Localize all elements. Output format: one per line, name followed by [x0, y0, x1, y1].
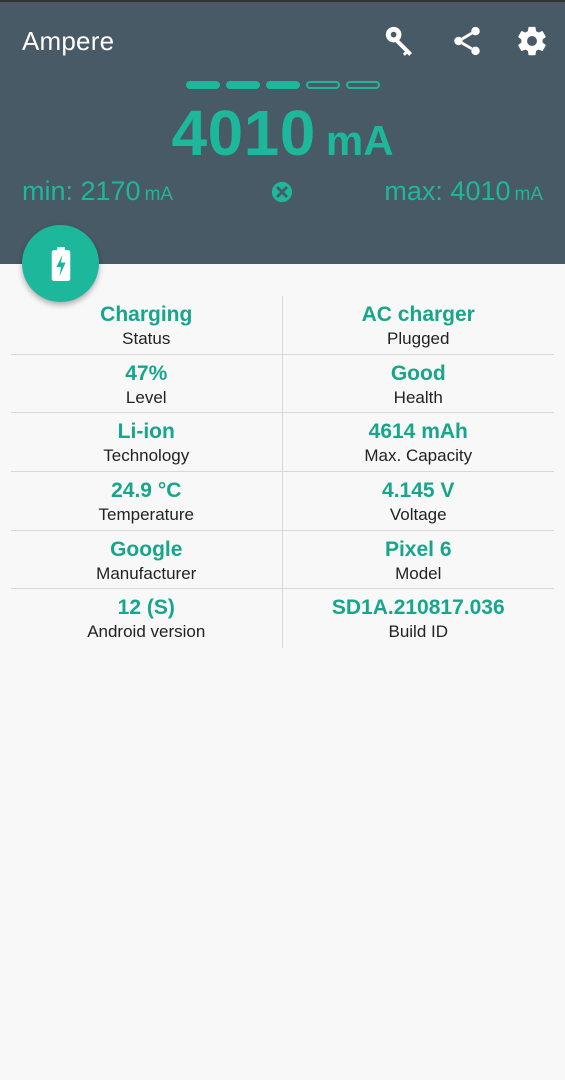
- info-label: Status: [122, 329, 171, 348]
- level-dash: [346, 81, 380, 89]
- max-reading: max: 4010 mA: [384, 176, 543, 207]
- info-label: Temperature: [98, 505, 194, 525]
- info-cell-health: Good Health: [283, 355, 555, 413]
- min-unit: mA: [144, 184, 174, 205]
- app-header: Ampere 4010 mA min: 2170 mA max: 4010 mA: [0, 0, 565, 264]
- status-bar-edge: [0, 0, 565, 2]
- reset-icon[interactable]: [271, 181, 293, 203]
- battery-fab-button[interactable]: [22, 225, 99, 302]
- info-cell-android-version: 12 (S) Android version: [11, 589, 283, 649]
- info-value: 47%: [125, 361, 168, 385]
- info-value: AC charger: [361, 303, 475, 326]
- info-row: 24.9 °C Temperature 4.145 V Voltage: [11, 472, 554, 531]
- current-unit: mA: [325, 117, 394, 164]
- info-cell-voltage: 4.145 V Voltage: [283, 472, 555, 530]
- level-indicator: [186, 81, 380, 89]
- info-label: Health: [393, 387, 443, 407]
- info-value: Google: [110, 537, 183, 561]
- current-value: 4010: [171, 97, 316, 169]
- key-icon[interactable]: [381, 22, 419, 60]
- info-cell-manufacturer: Google Manufacturer: [11, 530, 283, 589]
- info-label: Level: [125, 387, 167, 407]
- info-label: Technology: [103, 446, 190, 466]
- info-value: Good: [390, 361, 446, 385]
- info-label: Plugged: [387, 329, 450, 348]
- info-value: SD1A.210817.036: [331, 596, 505, 620]
- info-value: Li-ion: [117, 420, 175, 444]
- min-reading: min: 2170 mA: [22, 176, 173, 207]
- info-cell-capacity: 4614 mAh Max. Capacity: [283, 413, 555, 471]
- battery-charging-icon: [51, 246, 70, 281]
- level-dash: [226, 81, 260, 89]
- info-cell-status: Charging Status: [11, 296, 283, 354]
- gear-icon[interactable]: [513, 22, 551, 60]
- info-label: Manufacturer: [96, 563, 197, 583]
- info-row: Google Manufacturer Pixel 6 Model: [11, 530, 555, 590]
- info-label: Android version: [87, 622, 206, 642]
- info-label: Max. Capacity: [364, 446, 473, 466]
- info-value: 4614 mAh: [368, 420, 468, 444]
- level-dash: [306, 81, 340, 89]
- max-value: max: 4010: [384, 176, 511, 206]
- info-row: Charging Status AC charger Plugged: [11, 296, 554, 355]
- info-label: Voltage: [389, 505, 447, 525]
- info-row: 12 (S) Android version SD1A.210817.036 B…: [11, 589, 555, 649]
- info-row: Li-ion Technology 4614 mAh Max. Capacity: [11, 413, 555, 473]
- info-cell-level: 47% Level: [11, 354, 283, 413]
- info-label: Model: [395, 563, 442, 583]
- info-value: Charging: [100, 303, 193, 326]
- info-cell-build-id: SD1A.210817.036 Build ID: [283, 589, 555, 648]
- info-value: 4.145 V: [382, 479, 455, 503]
- info-value: 24.9 °C: [111, 479, 182, 503]
- info-row: 47% Level Good Health: [11, 354, 555, 414]
- info-cell-technology: Li-ion Technology: [11, 413, 283, 472]
- battery-info-table: Charging Status AC charger Plugged 47% L…: [11, 296, 555, 649]
- info-value: 12 (S): [117, 596, 175, 620]
- level-dash: [186, 81, 220, 89]
- max-unit: mA: [514, 184, 544, 205]
- app-title: Ampere: [22, 26, 115, 56]
- info-cell-temperature: 24.9 °C Temperature: [11, 472, 283, 530]
- share-icon[interactable]: [448, 22, 486, 60]
- current-reading: 4010 mA: [0, 96, 565, 170]
- info-label: Build ID: [388, 622, 449, 642]
- info-cell-model: Pixel 6 Model: [283, 531, 555, 589]
- level-dash: [266, 81, 300, 89]
- info-value: Pixel 6: [384, 537, 452, 561]
- min-value: min: 2170: [22, 176, 141, 206]
- info-cell-plugged: AC charger Plugged: [283, 296, 555, 354]
